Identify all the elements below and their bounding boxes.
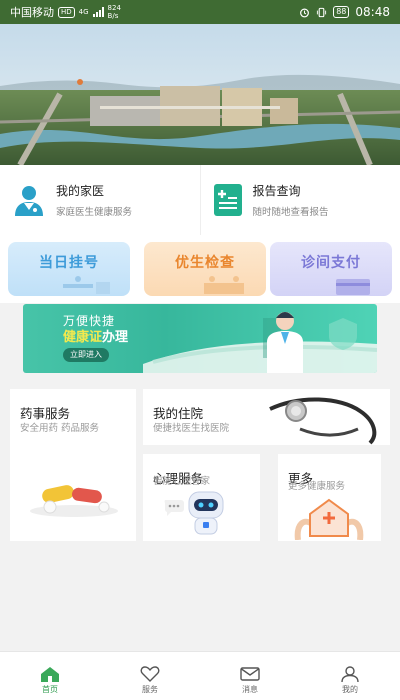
- family-doctor-link[interactable]: 我的家医 家庭医生健康服务: [0, 165, 200, 235]
- cared-house-icon: [294, 498, 364, 540]
- my-hospitalization-tile[interactable]: 我的住院 便捷找医生找医院: [143, 389, 390, 445]
- promo-line2-suffix: 办理: [102, 330, 129, 345]
- checkup-desk-icon: [204, 276, 244, 294]
- battery-indicator: 88: [333, 6, 350, 18]
- stethoscope-icon: [269, 397, 377, 445]
- hd-badge: HD: [58, 6, 75, 18]
- tab-messages[interactable]: 消息: [200, 652, 300, 700]
- family-doctor-subtitle: 家庭医生健康服务: [56, 207, 133, 218]
- pills-icon: [30, 485, 118, 517]
- hospital-aerial-image: [0, 24, 400, 165]
- registration-row: 当日挂号 优生检查 诊间支付: [0, 235, 400, 303]
- report-query-subtitle: 随时随地查看报告: [252, 207, 329, 218]
- prenatal-check-card[interactable]: 优生检查: [144, 242, 266, 296]
- pharmacy-subtitle: 安全用药 药品服务: [20, 423, 100, 434]
- tab-services-label: 服务: [142, 685, 158, 694]
- heart-icon: [140, 666, 160, 682]
- carrier-name: 中国移动: [10, 6, 54, 19]
- psychology-subtitle: 智能心理管家: [153, 476, 211, 487]
- network-type: 4G: [78, 8, 89, 16]
- hospital-banner[interactable]: [0, 24, 400, 165]
- promo-line2: 健康证办理: [63, 326, 128, 345]
- promo-highlight: 健康证: [63, 330, 103, 345]
- tab-messages-label: 消息: [242, 685, 258, 694]
- doctor-illustration: [267, 312, 303, 373]
- user-icon: [341, 666, 359, 682]
- prenatal-check-label: 优生检查: [175, 255, 235, 271]
- network-indicator: 4G: [79, 8, 89, 16]
- pharmacy-service-tile[interactable]: 药事服务 安全用药 药品服务: [10, 389, 136, 541]
- health-certificate-banner[interactable]: 万便快捷 健康证办理 立即进入: [23, 304, 377, 373]
- tab-profile-label: 我的: [342, 685, 358, 694]
- signal-icon: [92, 7, 104, 17]
- status-bar: 中国移动 HD 4G 824 B/s 88 08:48: [0, 0, 400, 24]
- tab-home-label: 首页: [42, 685, 58, 694]
- same-day-registration-label: 当日挂号: [39, 255, 99, 271]
- clinic-payment-label: 诊间支付: [301, 255, 361, 271]
- network-speed: 824 B/s: [108, 4, 121, 20]
- tab-services[interactable]: 服务: [100, 652, 200, 700]
- vibrate-icon: [317, 7, 327, 17]
- quick-links: 我的家医 家庭医生健康服务 报告查询 随时随地查看报告: [0, 165, 400, 235]
- more-subtitle: 更多健康服务: [288, 481, 346, 492]
- same-day-registration-card[interactable]: 当日挂号: [8, 242, 130, 296]
- home-icon: [41, 667, 59, 682]
- report-query-title: 报告查询: [252, 184, 301, 198]
- network-speed-unit: B/s: [107, 12, 119, 20]
- bottom-tab-bar: 首页 服务 消息 我的: [0, 651, 400, 700]
- clinic-payment-card[interactable]: 诊间支付: [270, 242, 392, 296]
- more-services-tile[interactable]: 更多 更多健康服务: [278, 454, 381, 541]
- network-speed-value: 824: [107, 4, 121, 12]
- promo-enter-button[interactable]: 立即进入: [63, 348, 109, 362]
- status-time: 08:48: [355, 5, 390, 19]
- robot-icon: [164, 491, 224, 535]
- mail-icon: [240, 667, 260, 681]
- tab-profile[interactable]: 我的: [300, 652, 400, 700]
- payment-card-icon: [336, 279, 370, 295]
- waiting-room-icon: [63, 276, 110, 294]
- psychology-service-tile[interactable]: 心理服务 智能心理管家: [143, 454, 260, 541]
- alarm-icon: [300, 8, 310, 17]
- report-query-link[interactable]: 报告查询 随时随地查看报告: [199, 165, 400, 235]
- hospitalization-subtitle: 便捷找医生找医院: [153, 423, 230, 434]
- report-icon: [213, 184, 242, 216]
- family-doctor-title: 我的家医: [56, 184, 105, 198]
- tab-home[interactable]: 首页: [0, 652, 100, 700]
- doctor-icon: [15, 186, 43, 216]
